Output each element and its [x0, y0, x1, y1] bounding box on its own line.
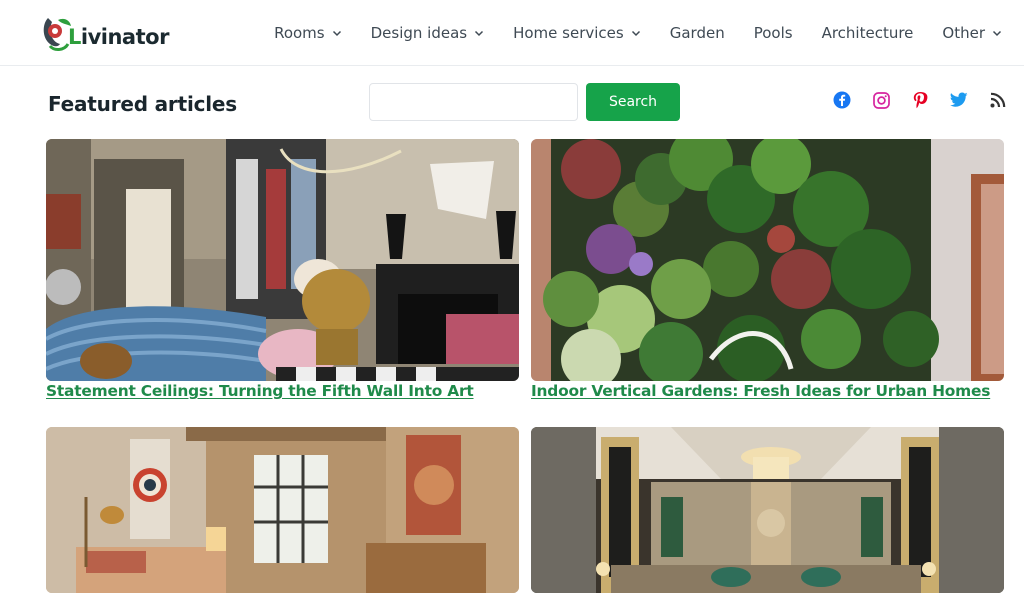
article-title-link[interactable]: Indoor Vertical Gardens: Fresh Ideas for… — [531, 382, 990, 400]
chevron-down-icon — [475, 30, 484, 37]
living-room-photo — [46, 139, 519, 381]
nav-item-architecture[interactable]: Architecture — [822, 24, 914, 42]
article-image[interactable] — [531, 427, 1004, 593]
featured-articles-heading: Featured articles — [48, 92, 237, 116]
article-image[interactable] — [46, 139, 519, 381]
nav-item-pools[interactable]: Pools — [754, 24, 793, 42]
nav-item-label: Home services — [513, 24, 624, 42]
site-logo[interactable]: Livinator — [40, 12, 169, 54]
vertical-garden-photo — [531, 139, 1004, 381]
social-links — [832, 90, 1008, 110]
nav-item-label: Architecture — [821, 24, 914, 42]
search-button[interactable]: Search — [586, 83, 680, 121]
facebook-icon[interactable] — [832, 90, 852, 110]
chevron-down-icon — [992, 30, 1002, 37]
nav-item-label: Garden — [669, 24, 725, 42]
warm-living-room-photo — [46, 427, 519, 593]
logo-text-rest: ivinator — [80, 25, 170, 49]
logo-text: Livinator — [68, 25, 169, 49]
pinterest-icon[interactable] — [910, 90, 930, 110]
nav-item-label: Other — [942, 24, 985, 42]
logo-mark-icon — [40, 14, 74, 52]
nav-item-home-services[interactable]: Home services — [513, 24, 641, 42]
nav-item-label: Design ideas — [370, 24, 468, 42]
site-header: Livinator Rooms Design ideas Home servic… — [0, 0, 1024, 66]
art-deco-room-photo — [531, 427, 1004, 593]
search-input[interactable] — [369, 83, 578, 121]
nav-item-garden[interactable]: Garden — [670, 24, 725, 42]
nav-item-other[interactable]: Other — [942, 24, 1002, 42]
article-image[interactable] — [46, 427, 519, 593]
rss-icon[interactable] — [988, 90, 1008, 110]
article-image[interactable] — [531, 139, 1004, 381]
nav-item-design-ideas[interactable]: Design ideas — [371, 24, 484, 42]
chevron-down-icon — [631, 30, 640, 37]
main-nav: Rooms Design ideas Home services Garden … — [274, 0, 1002, 66]
chevron-down-icon — [332, 30, 341, 37]
nav-item-rooms[interactable]: Rooms — [274, 24, 342, 42]
nav-item-label: Pools — [753, 24, 793, 42]
nav-item-label: Rooms — [274, 24, 325, 42]
instagram-icon[interactable] — [871, 90, 891, 110]
twitter-icon[interactable] — [949, 90, 969, 110]
article-title-link[interactable]: Statement Ceilings: Turning the Fifth Wa… — [46, 382, 474, 400]
